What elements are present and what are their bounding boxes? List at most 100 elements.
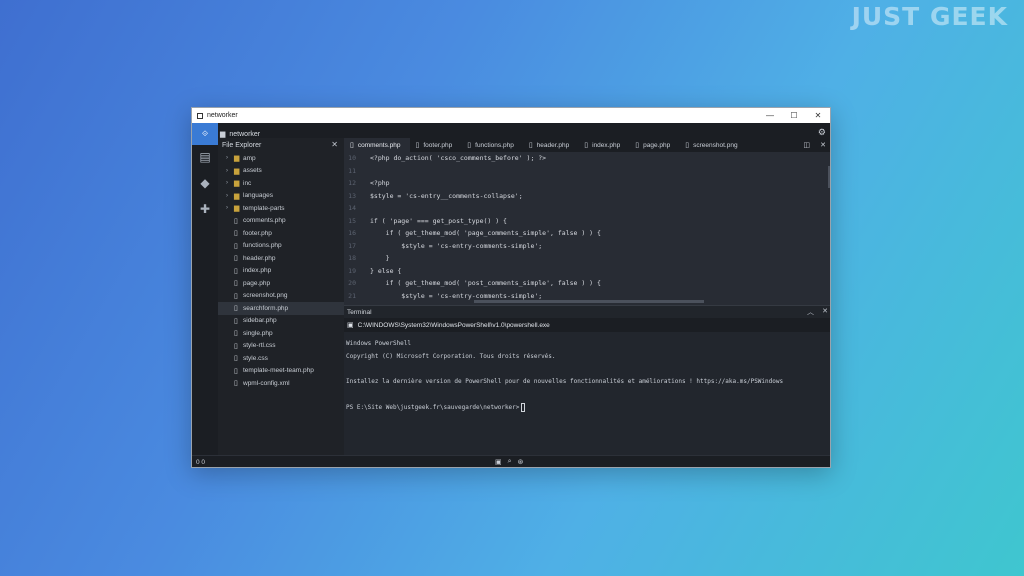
line-number: 17: [348, 241, 356, 250]
editor-scrollbar-horizontal[interactable]: [474, 300, 704, 303]
editor-tab[interactable]: ▯ header.php: [523, 138, 578, 152]
minimize-button[interactable]: —: [758, 108, 782, 123]
tree-file[interactable]: ▯ sidebar.php: [218, 315, 344, 328]
tree-item-label: screenshot.png: [243, 292, 288, 300]
tree-file[interactable]: ▯ screenshot.png: [218, 290, 344, 303]
file-icon: ▯: [234, 380, 238, 388]
chevron-right-icon[interactable]: ›: [226, 205, 234, 211]
tree-file[interactable]: ▯ index.php: [218, 265, 344, 278]
settings-circle-icon[interactable]: ⊛: [518, 458, 524, 466]
terminal-tab[interactable]: ▣ C:\WINDOWS\System32\WindowsPowerShell\…: [344, 318, 830, 332]
tree-item-label: amp: [243, 154, 256, 162]
close-terminal-icon[interactable]: ✕: [822, 307, 828, 315]
file-icon: ▯: [234, 255, 238, 263]
tree-file[interactable]: ▯ functions.php: [218, 240, 344, 253]
tree-item-label: inc: [243, 179, 252, 187]
watermark-logo: JUST GEEK: [851, 2, 1008, 31]
code-line: 18 }: [344, 252, 830, 265]
tree-folder[interactable]: › ▆ inc: [218, 177, 344, 190]
tree-file[interactable]: ▯ wpml-config.xml: [218, 377, 344, 390]
tree-folder[interactable]: › ▆ template-parts: [218, 202, 344, 215]
line-number: 16: [348, 229, 356, 238]
file-icon: ▯: [234, 292, 238, 300]
editor-tab[interactable]: ▯ functions.php: [461, 138, 523, 152]
chevron-right-icon[interactable]: ›: [226, 193, 234, 199]
tree-folder[interactable]: › ▆ assets: [218, 165, 344, 178]
tree-file[interactable]: ▯ template-meet-team.php: [218, 365, 344, 378]
file-icon: ▯: [234, 330, 238, 338]
terminal-line: Installez la dernière version de PowerSh…: [346, 378, 830, 391]
maximize-button[interactable]: ☐: [782, 108, 806, 123]
tree-item-label: index.php: [243, 267, 272, 275]
line-number: 11: [348, 166, 356, 175]
editor-tab[interactable]: ▯ index.php: [578, 138, 629, 152]
line-number: 18: [348, 254, 356, 263]
tab-label: header.php: [536, 141, 570, 149]
terminal-text: Copyright (C) Microsoft Corporation. Tou…: [346, 352, 556, 360]
explorer-header: File Explorer ✕: [218, 138, 344, 152]
close-explorer-icon[interactable]: ✕: [331, 140, 338, 149]
tree-item-label: template-parts: [243, 204, 285, 212]
tree-item-label: footer.php: [243, 229, 272, 237]
explorer-icon[interactable]: ▤: [197, 149, 213, 165]
tree-item-label: header.php: [243, 254, 276, 262]
chevron-right-icon[interactable]: ›: [226, 168, 234, 174]
file-icon: ▯: [685, 142, 690, 149]
line-number: 19: [348, 266, 356, 275]
code-text: }: [370, 254, 390, 263]
chevron-right-icon[interactable]: ›: [226, 155, 234, 161]
split-icon[interactable]: ◫: [803, 138, 810, 152]
line-number: 15: [348, 216, 356, 225]
status-center-icons: ▣ ⌕ ⊛: [495, 458, 523, 466]
tab-label: page.php: [643, 141, 671, 149]
close-tab-icon[interactable]: ✕: [820, 138, 826, 152]
editor-tab[interactable]: ▯ page.php: [629, 138, 679, 152]
tree-file[interactable]: ▯ header.php: [218, 252, 344, 265]
tab-label: footer.php: [423, 141, 453, 149]
chevron-up-icon[interactable]: ︿: [807, 307, 814, 317]
tree-file[interactable]: ▯ footer.php: [218, 227, 344, 240]
file-explorer: File Explorer ✕ › ▆ amp › ▆ assets › ▆ inc › ▆ lang…: [218, 138, 344, 455]
tree-file[interactable]: ▯ page.php: [218, 277, 344, 290]
tree-item-label: sidebar.php: [243, 317, 277, 325]
powershell-icon: ▣: [347, 322, 354, 329]
tree-item-label: template-meet-team.php: [243, 367, 314, 375]
tree-item-label: wpml-config.xml: [243, 379, 290, 387]
git-icon[interactable]: ◆: [197, 175, 213, 191]
search-icon[interactable]: ⌕: [508, 458, 512, 466]
folder-icon: ▆: [234, 167, 240, 175]
line-number: 10: [348, 154, 356, 163]
code-editor[interactable]: 10 <?php do_action( 'csco_comments_before…: [344, 152, 830, 305]
gear-icon[interactable]: ⚙: [818, 127, 826, 138]
code-line: 19} else {: [344, 265, 830, 278]
tree-folder[interactable]: › ▆ amp: [218, 152, 344, 165]
file-icon: ▯: [584, 142, 589, 149]
app-icon: [197, 112, 203, 119]
editor-tab[interactable]: ▯ comments.php: [344, 138, 410, 152]
editor-tab[interactable]: ▯ screenshot.png: [679, 138, 746, 152]
tree-file[interactable]: ▯ searchform.php: [218, 302, 344, 315]
code-line: 14: [344, 202, 830, 215]
extensions-icon[interactable]: ✚: [197, 201, 213, 217]
tree-file[interactable]: ▯ style.css: [218, 352, 344, 365]
editor-scrollbar-vertical[interactable]: [828, 166, 830, 188]
chevron-right-icon[interactable]: ›: [226, 180, 234, 186]
code-line: 15 if ( 'page' === get_post_type() ) {: [344, 215, 830, 228]
close-window-button[interactable]: ✕: [806, 108, 830, 123]
tree-file[interactable]: ▯ style-rtl.css: [218, 340, 344, 353]
file-icon: ▯: [467, 142, 472, 149]
tree-folder[interactable]: › ▆ languages: [218, 190, 344, 203]
file-icon: ▯: [234, 305, 238, 313]
tree-item-label: languages: [243, 192, 273, 200]
code-text: <?php: [370, 179, 390, 188]
editor-tab[interactable]: ▯ footer.php: [410, 138, 462, 152]
file-icon: ▯: [415, 142, 420, 149]
tree-item-label: style.css: [243, 354, 268, 362]
tree-item-label: functions.php: [243, 242, 282, 250]
app-logo-icon[interactable]: ⟐: [192, 123, 218, 145]
tree-file[interactable]: ▯ comments.php: [218, 215, 344, 228]
terminal-output[interactable]: Windows PowerShell Copyright (C) Microsof…: [344, 332, 830, 455]
terminal-toggle-icon[interactable]: ▣: [495, 458, 502, 466]
tree-file[interactable]: ▯ single.php: [218, 327, 344, 340]
